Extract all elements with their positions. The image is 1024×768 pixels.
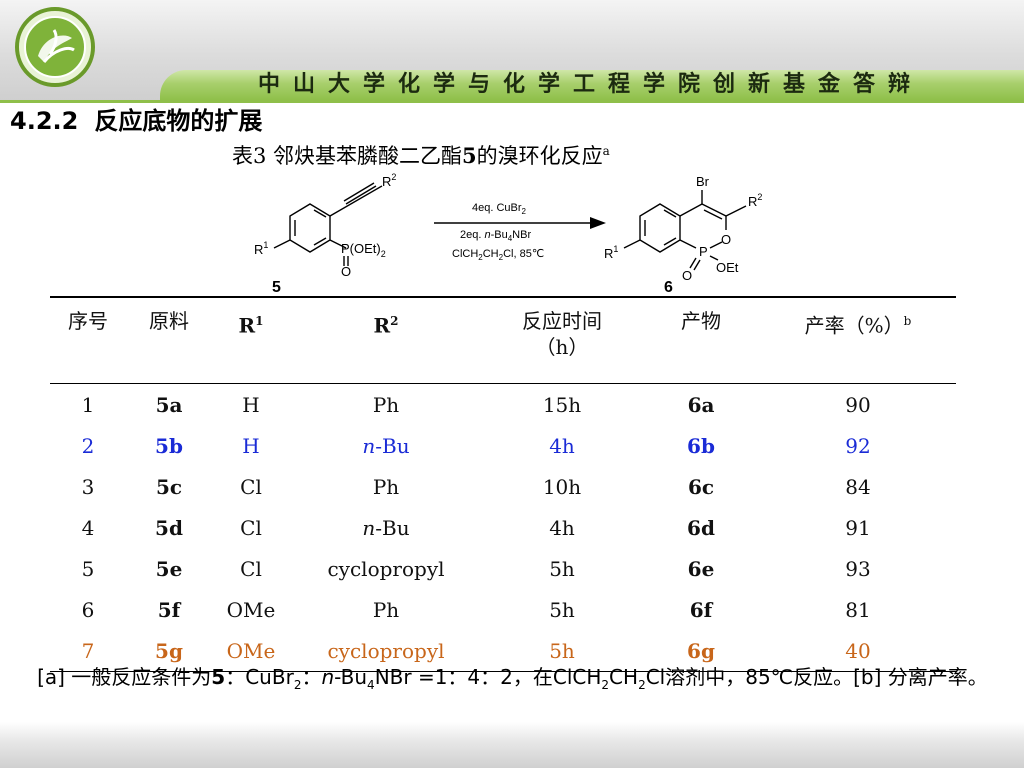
reaction-scheme: R2 R1 P(OEt)2 O 5 4eq. CuBr2 2eq. n-Bu4N… (254, 172, 762, 296)
header-material: 原料 (149, 309, 189, 333)
results-table: 序号 原料 R1 R2 反应时间 （h） 产物 产率（%）b 1 5a H Ph … (50, 296, 956, 672)
header-divider (0, 100, 1024, 103)
table-row: 4 5d Cl n-Bu 4h 6d 91 (81, 515, 871, 540)
reactant-r1: R1 (254, 240, 268, 257)
table-row: 5 5e Cl cyclopropyl 5h 6e 93 (81, 556, 871, 581)
product-r2: R2 (748, 192, 762, 209)
reaction-arrow-head (590, 217, 606, 229)
banner-title: 中山大学化学与化学工程学院创新基金答辩 (258, 72, 924, 97)
product-oxo: O (682, 268, 692, 283)
section-title: 4.2.2 反应底物的扩展 (10, 104, 262, 138)
section-number: 4.2.2 (10, 107, 79, 135)
condition-line-1: 4eq. CuBr2 (472, 202, 527, 216)
header-product: 产物 (681, 309, 721, 333)
table-row: 6 5f OMe Ph 5h 6f 81 (81, 597, 871, 622)
product-p: P (699, 244, 708, 259)
header-no: 序号 (68, 309, 108, 333)
product-structure (623, 190, 747, 271)
product-label: 6 (664, 279, 673, 296)
caption-compound-number: 5 (462, 143, 477, 168)
condition-line-2: 2eq. n-Bu4NBr (460, 229, 531, 243)
table-row: 3 5c Cl Ph 10h 6c 84 (81, 474, 871, 499)
reactant-oxo: O (341, 264, 351, 279)
caption-prefix: 表3 邻炔基苯膦酸二乙酯 (232, 144, 463, 168)
product-r1: R1 (604, 244, 618, 261)
header-r1: R1 (238, 313, 264, 338)
caption-suffix: 的溴环化反应 (476, 144, 603, 168)
reactant-label: 5 (272, 279, 281, 296)
table-footnote: [a] 一般反应条件为5：CuBr2：n-Bu4NBr =1：4：2，在ClCH… (37, 665, 988, 692)
section-heading: 反应底物的扩展 (94, 107, 263, 135)
header-yield: 产率（%）b (804, 313, 912, 338)
product-ring-o: O (721, 232, 731, 247)
product-oet: OEt (716, 260, 739, 275)
table-row: 2 5b H n-Bu 4h 6b 92 (81, 433, 871, 458)
product-br: Br (696, 174, 710, 189)
header-r2: R2 (373, 313, 399, 338)
reactant-r2: R2 (382, 172, 396, 189)
table-header-row: 序号 原料 R1 R2 反应时间 （h） 产物 产率（%）b (50, 297, 956, 384)
header-time: 反应时间 （h） (522, 309, 602, 359)
table-row: 1 5a H Ph 15h 6a 90 (81, 392, 871, 417)
caption-footnote-mark: a (602, 144, 610, 158)
condition-line-3: ClCH2CH2Cl, 85℃ (452, 248, 544, 262)
table-caption: 表3 邻炔基苯膦酸二乙酯5的溴环化反应a (232, 136, 610, 168)
footer-band (0, 722, 1024, 768)
university-logo-icon (15, 7, 95, 87)
